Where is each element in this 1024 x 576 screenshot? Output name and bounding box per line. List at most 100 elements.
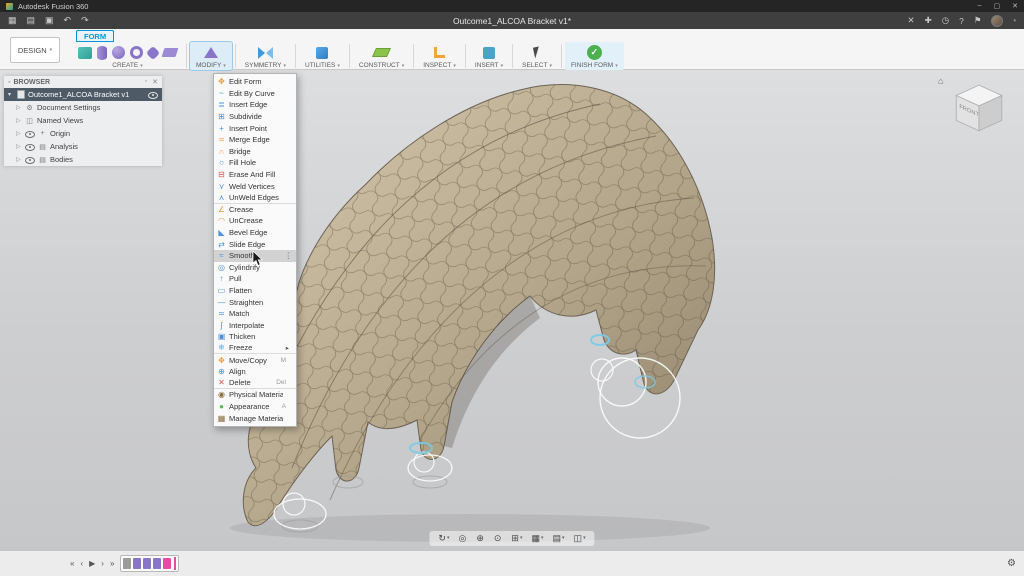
menu-item[interactable]: ● Appearance A: [214, 401, 296, 413]
menu-item[interactable]: — Straighten: [214, 296, 296, 308]
panel-close-icon[interactable]: ✕: [152, 78, 158, 86]
toolbar-group-utilities[interactable]: UTILITIES▾: [299, 42, 346, 70]
settings-gear-icon[interactable]: ⚙: [1007, 558, 1016, 569]
toolbar-group-insert[interactable]: INSERT▾: [469, 42, 509, 70]
expand-caret-icon[interactable]: ▷: [16, 156, 22, 163]
notifications-icon[interactable]: ⚑: [974, 15, 982, 26]
timeline-feature[interactable]: [163, 558, 171, 569]
menu-item[interactable]: ∫ Interpolate: [214, 319, 296, 331]
step-back-button[interactable]: ‹: [80, 559, 83, 568]
expand-caret-icon[interactable]: ▷: [16, 104, 22, 111]
construction-plane-icon[interactable]: [372, 48, 391, 57]
menu-item[interactable]: ▭ Flatten: [214, 285, 296, 297]
viewcube[interactable]: ⌂ FRONT: [946, 80, 1012, 138]
undo-icon[interactable]: ↶: [64, 15, 72, 26]
toolbar-group-create[interactable]: CREATE▾: [72, 42, 183, 70]
toolbar-group-construct[interactable]: CONSTRUCT▾: [353, 42, 410, 70]
go-to-end-button[interactable]: »: [110, 559, 114, 568]
menu-item[interactable]: ✕ Delete Del: [214, 377, 296, 389]
extensions-icon[interactable]: ✚: [925, 15, 932, 26]
menu-item[interactable]: ❄ Freeze ▸: [214, 343, 296, 355]
close-document-icon[interactable]: ✕: [907, 15, 914, 26]
toolbar-group-select[interactable]: SELECT▾: [516, 42, 558, 70]
job-status-icon[interactable]: ◷: [942, 15, 949, 26]
menu-item[interactable]: ⊟ Erase And Fill: [214, 169, 296, 181]
menu-item[interactable]: ◉ Physical Material: [214, 389, 296, 401]
menu-item[interactable]: ⋏ UnWeld Edges: [214, 192, 296, 204]
select-cursor-icon[interactable]: [533, 46, 541, 58]
browser-tree-item[interactable]: ▷ + Origin: [4, 127, 162, 140]
panel-options-icon[interactable]: ◦: [145, 78, 147, 86]
menu-item[interactable]: ▣ Thicken: [214, 331, 296, 343]
box-primitive-icon[interactable]: [78, 47, 92, 59]
model-canvas[interactable]: ⌂ FRONT ◦ BROWSER ◦ ✕ ▾ Outcome1_ALCOA B…: [0, 70, 1024, 550]
menu-item[interactable]: ◣ Bevel Edge: [214, 227, 296, 239]
menu-item[interactable]: ○ Fill Hole: [214, 157, 296, 169]
play-button[interactable]: ▶: [89, 559, 95, 568]
timeline-feature[interactable]: [133, 558, 141, 569]
maximize-button[interactable]: ▢: [994, 2, 1001, 10]
timeline-feature[interactable]: [123, 558, 131, 569]
menu-item[interactable]: ~ Edit By Curve: [214, 88, 296, 100]
menu-item[interactable]: ≍ Merge Edge: [214, 134, 296, 146]
menu-item[interactable]: ∩ Bridge: [214, 146, 296, 158]
visibility-eye-icon[interactable]: [25, 129, 35, 138]
go-to-start-button[interactable]: «: [70, 559, 74, 568]
workspace-switcher[interactable]: DESIGN ▾: [10, 37, 60, 63]
user-menu-caret-icon[interactable]: ▾: [1013, 18, 1016, 24]
toolbar-group-inspect[interactable]: INSPECT▾: [417, 42, 462, 70]
insert-icon[interactable]: [483, 47, 495, 59]
torus-primitive-icon[interactable]: [130, 46, 143, 59]
expand-caret-icon[interactable]: ▾: [8, 91, 14, 98]
timeline-feature[interactable]: [153, 558, 161, 569]
file-icon[interactable]: ▤: [27, 15, 36, 26]
menu-item[interactable]: ∠ Crease: [214, 204, 296, 216]
menu-item[interactable]: ⊕ Align: [214, 366, 296, 378]
edit-form-icon[interactable]: [204, 47, 218, 58]
browser-root-node[interactable]: ▾ Outcome1_ALCOA Bracket v1: [4, 88, 162, 101]
finish-form-check-icon[interactable]: ✓: [587, 45, 602, 60]
visibility-eye-icon[interactable]: [25, 155, 35, 164]
utilities-icon[interactable]: [316, 47, 328, 59]
menu-item[interactable]: ↑ Pull: [214, 273, 296, 285]
help-icon[interactable]: ?: [959, 16, 964, 26]
cylinder-primitive-icon[interactable]: [97, 46, 107, 60]
toolbar-group-finish-form[interactable]: ✓ FINISH FORM▾: [565, 42, 624, 70]
quadball-primitive-icon[interactable]: [146, 45, 160, 59]
visibility-eye-icon[interactable]: [25, 142, 35, 151]
menu-item[interactable]: ◠ UnCrease: [214, 215, 296, 227]
sphere-primitive-icon[interactable]: [112, 46, 125, 59]
timeline-position-marker[interactable]: [174, 557, 176, 570]
menu-item[interactable]: ▦ Manage Materials: [214, 412, 296, 424]
redo-icon[interactable]: ↷: [81, 15, 89, 26]
browser-tree-item[interactable]: ▷ ▤ Analysis: [4, 140, 162, 153]
menu-item[interactable]: ≃ Match: [214, 308, 296, 320]
home-view-icon[interactable]: ⌂: [938, 76, 943, 86]
tab-form[interactable]: FORM: [76, 30, 114, 42]
minimize-button[interactable]: –: [978, 2, 982, 10]
visibility-eye-icon[interactable]: [148, 90, 158, 99]
timeline-feature[interactable]: [143, 558, 151, 569]
save-icon[interactable]: ▣: [45, 15, 54, 26]
close-button[interactable]: ✕: [1012, 2, 1018, 10]
expand-caret-icon[interactable]: ▷: [16, 143, 22, 150]
browser-tree-item[interactable]: ▷ ◫ Named Views: [4, 114, 162, 127]
browser-tree-item[interactable]: ▷ ⚙ Document Settings: [4, 101, 162, 114]
menu-item[interactable]: ⊞ Subdivide: [214, 111, 296, 123]
menu-item[interactable]: ✥ Edit Form: [214, 76, 296, 88]
user-avatar[interactable]: [991, 15, 1003, 27]
menu-item[interactable]: + Insert Point: [214, 122, 296, 134]
menu-item[interactable]: ⋎ Weld Vertices: [214, 180, 296, 192]
app-grid-icon[interactable]: ▦: [8, 15, 17, 26]
menu-item[interactable]: ✥ Move/Copy M: [214, 354, 296, 366]
menu-item[interactable]: ⇄ Slide Edge: [214, 238, 296, 250]
browser-tree-item[interactable]: ▷ ▤ Bodies: [4, 153, 162, 166]
menu-item[interactable]: ≣ Insert Edge: [214, 99, 296, 111]
measure-icon[interactable]: [434, 47, 445, 58]
expand-caret-icon[interactable]: ▷: [16, 117, 22, 124]
toolbar-group-modify[interactable]: MODIFY▾: [190, 42, 232, 70]
mirror-symmetry-icon[interactable]: [258, 47, 273, 59]
toolbar-group-symmetry[interactable]: SYMMETRY▾: [239, 42, 292, 70]
expand-caret-icon[interactable]: ▷: [16, 130, 22, 137]
step-forward-button[interactable]: ›: [101, 559, 104, 568]
